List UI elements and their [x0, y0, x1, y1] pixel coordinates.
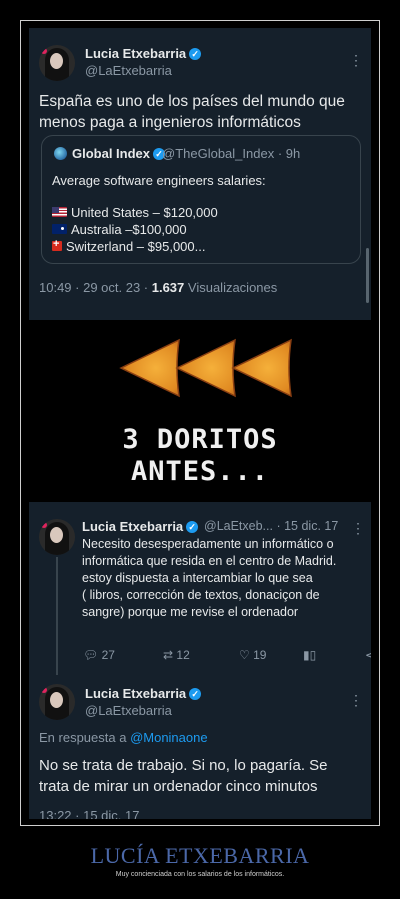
author-name[interactable]: Lucia Etxebarria ✓ [82, 519, 199, 534]
quote-intro: Average software engineers salaries: [52, 173, 266, 188]
tweet-thread[interactable]: Lucia Etxebarria ✓ @LaEtxeb... · 15 dic. … [29, 502, 371, 819]
meme-caption-line1: 3 DORITOS [122, 424, 278, 455]
salary-row-au: Australia –$100,000 [52, 222, 187, 237]
salary-row-us: United States – $120,000 [52, 205, 218, 220]
post-subtitle: Muy concienciada con los salarios de los… [115, 871, 285, 878]
tweet-card-1[interactable]: Lucia Etxebarria ✓ @LaEtxebarria ⋮ España… [29, 28, 371, 320]
avatar[interactable] [39, 684, 75, 720]
quoted-tweet[interactable]: Global Index ✓ @TheGlobal_Index · 9h Aver… [41, 135, 361, 264]
australia-flag-icon [52, 224, 67, 234]
globe-avatar-icon [54, 147, 67, 160]
reply-icon: 💬︎ [83, 648, 99, 662]
author-name[interactable]: Lucia Etxebarria ✓ [85, 46, 202, 61]
author-name[interactable]: Lucia Etxebarria ✓ [85, 686, 202, 701]
reply-button[interactable]: 💬︎ 27 [83, 648, 115, 662]
tweet-meta: 10:49 · 29 oct. 23 · 1.637 Visualizacion… [39, 280, 278, 295]
more-options-icon[interactable]: ⋮ [349, 693, 363, 707]
meme-panel: 3 DORITOS ANTES... [29, 320, 371, 500]
author-handle-time[interactable]: @LaEtxeb... · 15 dic. 17 [204, 519, 338, 533]
thread-connector [56, 557, 58, 675]
post-title: LUCÍA ETXEBARRIA [90, 843, 310, 868]
retweet-button[interactable]: ⇄ 12 [163, 648, 190, 662]
verified-badge-icon: ✓ [186, 521, 199, 533]
avatar[interactable] [39, 519, 75, 555]
salary-row-ch: Switzerland – $95,000... [52, 238, 205, 254]
more-options-icon[interactable]: ⋮ [351, 521, 365, 535]
quote-handle-time: @TheGlobal_Index · 9h [162, 146, 301, 161]
us-flag-icon [52, 207, 67, 217]
switzerland-flag-icon [52, 238, 62, 251]
tweet-body: No se trata de trabajo. Si no, lo pagarí… [39, 757, 328, 795]
tweet-body: Necesito desesperadamente un informático… [82, 537, 337, 619]
views-count: 1.637 [151, 280, 185, 295]
dorito-arrow-icon [231, 338, 292, 398]
like-icon: ♡ [239, 648, 250, 662]
share-icon[interactable]: ⋖ [365, 648, 371, 662]
image-frame: Lucia Etxebarria ✓ @LaEtxebarria ⋮ España… [20, 20, 380, 826]
analytics-icon[interactable]: ▮▯ [303, 648, 316, 662]
reply-to-link[interactable]: @Moninaone [130, 730, 208, 745]
author-handle[interactable]: @LaEtxebarria [85, 703, 172, 718]
quote-author[interactable]: Global Index ✓ [72, 146, 166, 161]
dorito-arrows [119, 338, 292, 398]
reply-context: En respuesta a @Moninaone [39, 730, 208, 745]
verified-badge-icon: ✓ [189, 48, 202, 60]
scrollbar[interactable] [366, 248, 369, 303]
meme-caption-line2: ANTES... [130, 456, 270, 487]
retweet-icon: ⇄ [163, 648, 174, 662]
verified-badge-icon: ✓ [189, 688, 202, 700]
dorito-arrow-icon [175, 338, 236, 398]
tweet-body: España es uno de los países del mundo qu… [39, 93, 345, 131]
dorito-arrow-icon [119, 338, 180, 398]
avatar[interactable] [39, 45, 75, 81]
author-handle[interactable]: @LaEtxebarria [85, 63, 172, 78]
tweet-timestamp: 13:22 · 15 dic. 17 [39, 808, 140, 819]
more-options-icon[interactable]: ⋮ [349, 53, 363, 67]
like-button[interactable]: ♡ 19 [239, 648, 266, 662]
